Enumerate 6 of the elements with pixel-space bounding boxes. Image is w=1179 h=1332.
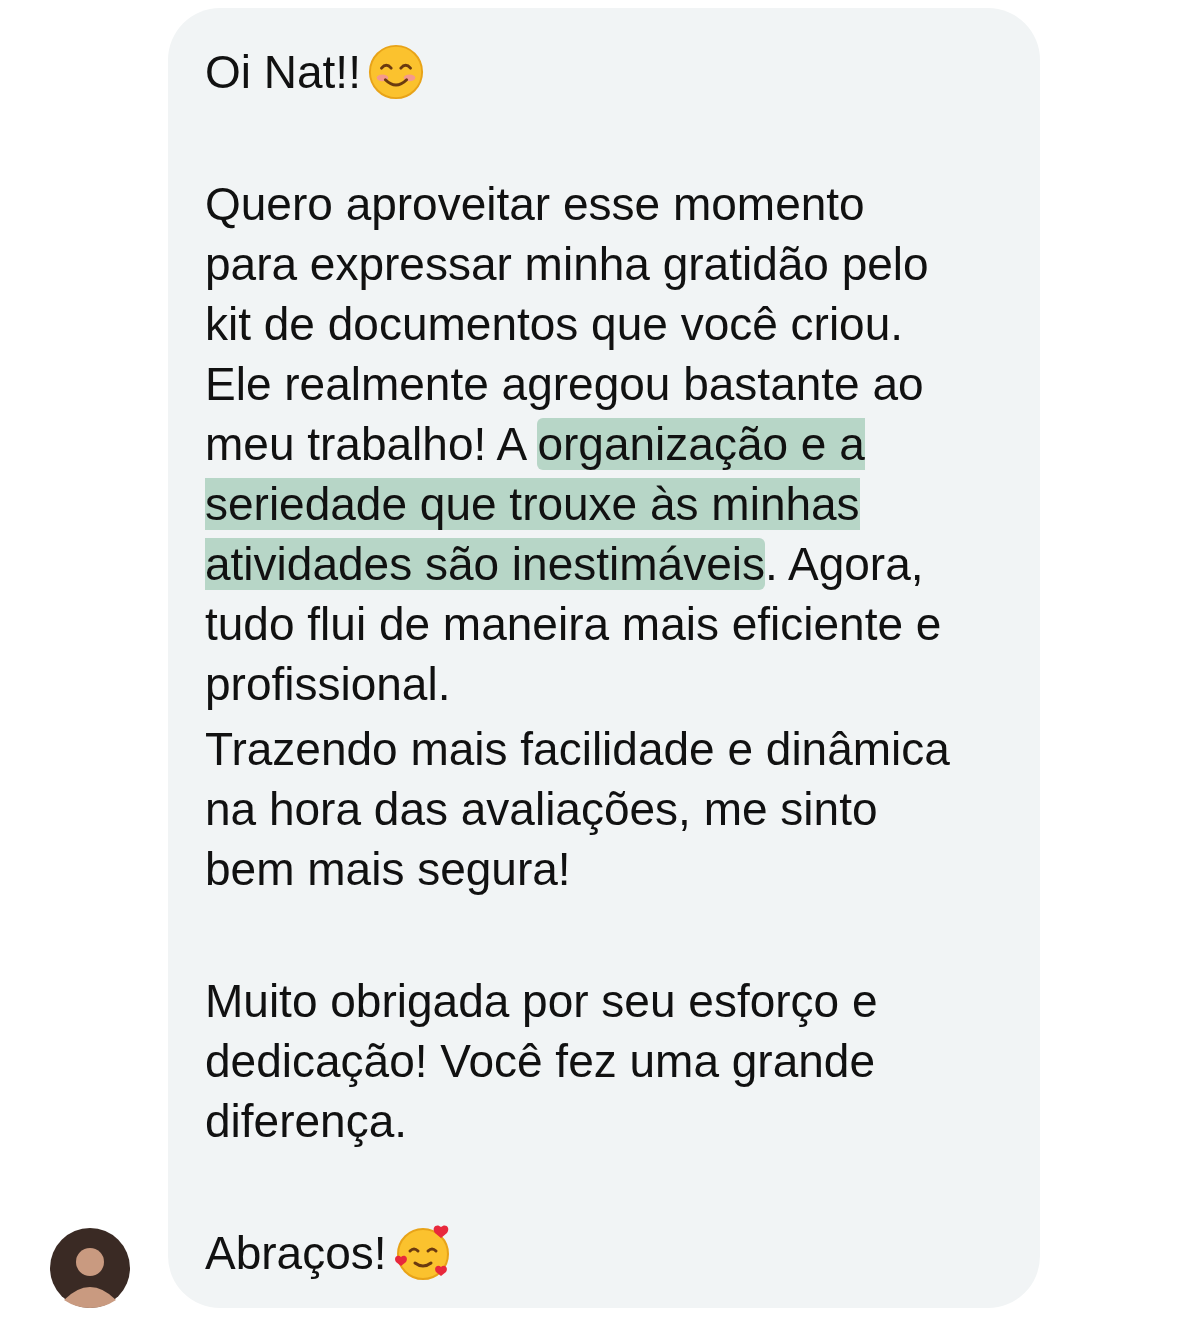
message-text: Abraços!	[205, 1226, 387, 1281]
avatar-icon	[50, 1228, 130, 1308]
message-text: Oi Nat!!	[205, 45, 361, 100]
message-text: Quero aproveitar esse momento para expressar minha gratidão pelo kit de documentos que você criou. Ele realmente agregou bastante ao meu trabalho! A organização e a seriedade que trouxe às minhas atividades são inestimáveis. Agora, tudo flui de maneira mais eficiente e profissional.	[205, 177, 943, 712]
message-text: Muito obrigada por seu esforço e dedicação! Você fez uma grande diferença.	[205, 974, 879, 1149]
message-text: Trazendo mais facilidade e dinâmica na hora das avaliações, me sinto bem mais segura!	[205, 722, 951, 897]
